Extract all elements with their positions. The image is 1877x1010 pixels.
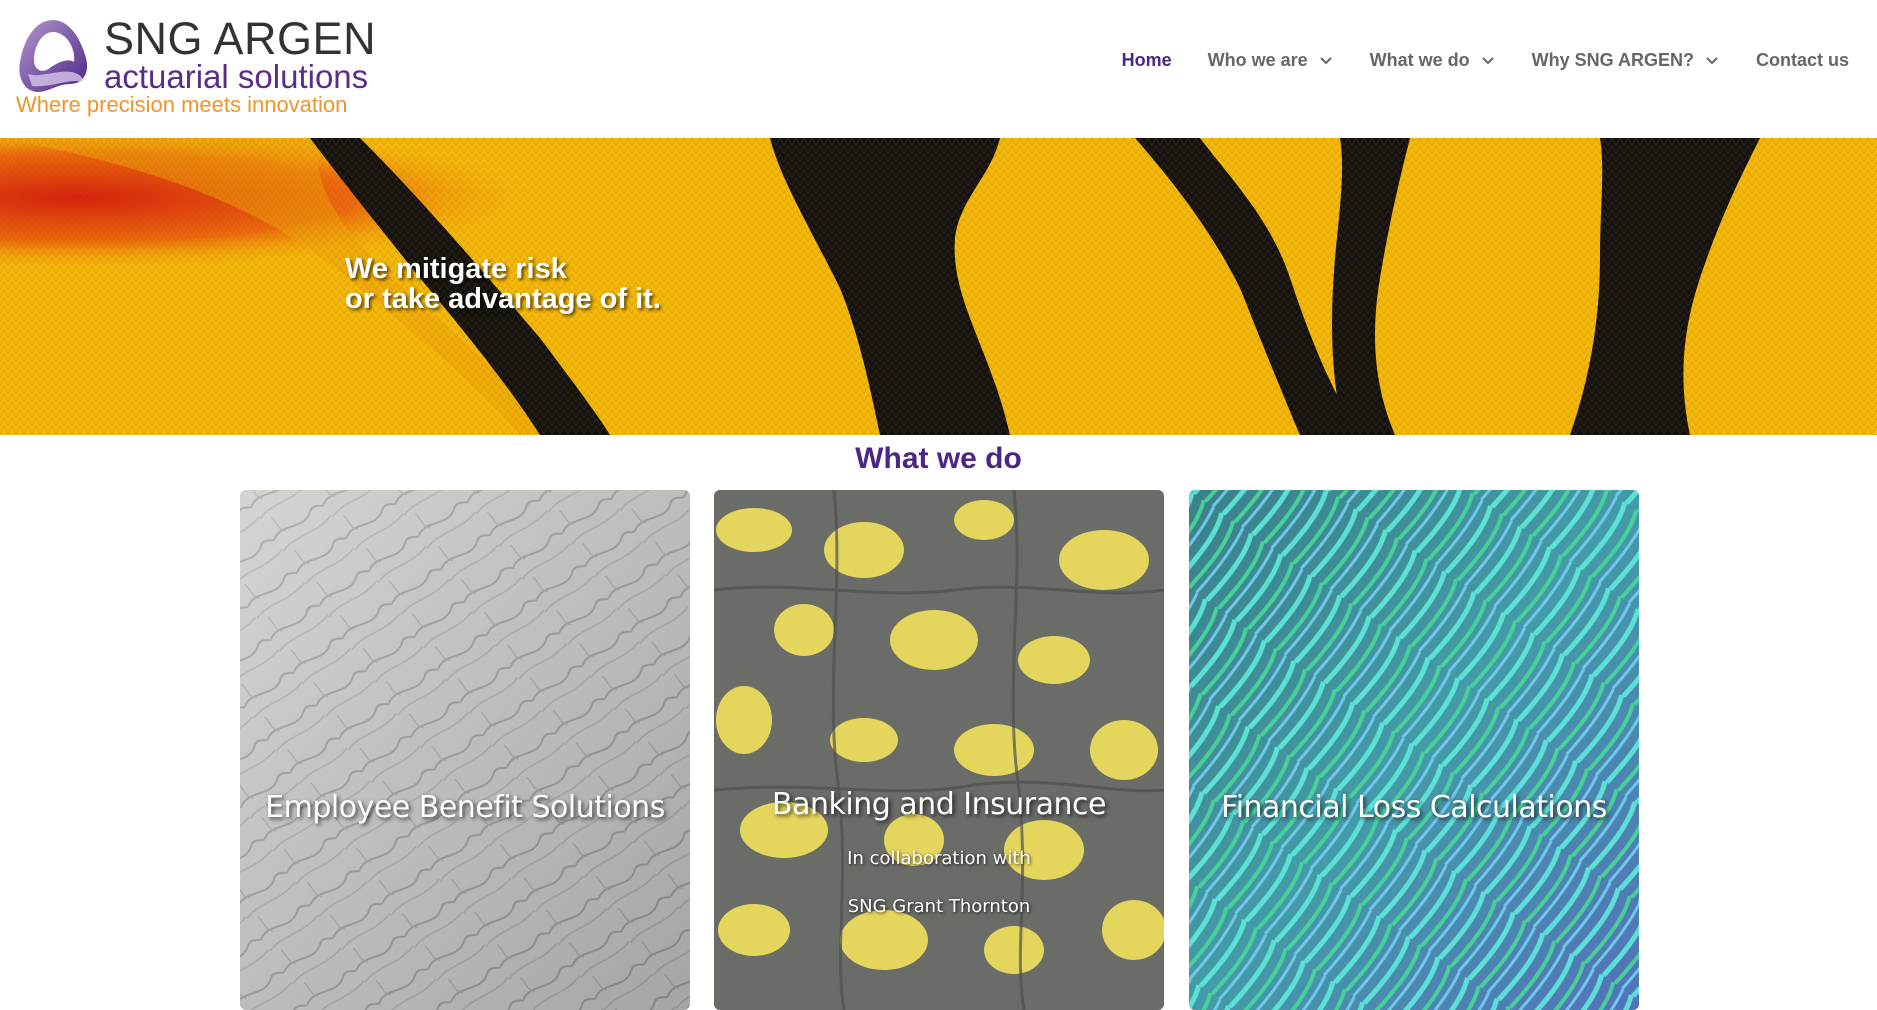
card-employee-benefit-solutions[interactable]: Employee Benefit Solutions — [240, 490, 690, 1010]
hero-line-2: or take advantage of it. — [345, 283, 661, 315]
nav-home[interactable]: Home — [1122, 50, 1172, 71]
logo-mark-icon — [19, 20, 88, 92]
card-subtext-1: In collaboration with — [847, 848, 1031, 869]
card-title: Financial Loss Calculations — [1221, 790, 1607, 825]
nav-why-sng-argen[interactable]: Why SNG ARGEN? — [1532, 50, 1720, 71]
nav-what-we-do-label: What we do — [1369, 50, 1470, 70]
hero-headline: We mitigate risk or take advantage of it… — [345, 254, 661, 314]
nav-home-label: Home — [1121, 50, 1172, 70]
main-nav: Home Who we are What we do Why SNG ARGEN… — [1086, 50, 1849, 71]
card-subtext-2: SNG Grant Thornton — [847, 896, 1031, 917]
nav-who-we-are[interactable]: Who we are — [1208, 50, 1334, 71]
brand-subtitle: actuarial solutions — [104, 58, 369, 95]
logo[interactable]: SNG ARGEN actuarial solutions Where prec… — [14, 13, 377, 118]
chevron-down-icon — [1706, 56, 1718, 64]
hero-line-1: We mitigate risk — [345, 253, 567, 285]
brand-tagline: Where precision meets innovation — [16, 92, 348, 117]
brand-title: SNG ARGEN — [104, 13, 377, 64]
butterfly-wing-image — [0, 138, 1877, 435]
elephant-skin-image — [240, 490, 690, 1010]
card-title: Banking and Insurance — [772, 787, 1106, 822]
card-financial-loss-calculations[interactable]: Financial Loss Calculations — [1189, 490, 1639, 1010]
chevron-down-icon — [1319, 56, 1332, 64]
site-header: SNG ARGEN actuarial solutions Where prec… — [0, 0, 1877, 138]
card-banking-and-insurance[interactable]: Banking and Insurance In collaboration w… — [714, 490, 1164, 1010]
card-overlay — [1189, 490, 1639, 1010]
chevron-down-icon — [1481, 56, 1494, 64]
service-cards: Employee Benefit Solutions Banking and I… — [240, 490, 1639, 1010]
nav-who-we-are-label: Who we are — [1207, 50, 1308, 70]
nav-contact-us[interactable]: Contact us — [1756, 50, 1849, 71]
nav-what-we-do[interactable]: What we do — [1370, 50, 1496, 71]
section-title: What we do — [855, 442, 1022, 475]
card-overlay — [714, 490, 1164, 1010]
nav-contact-us-label: Contact us — [1755, 50, 1849, 70]
nav-why-sng-argen-label: Why SNG ARGEN? — [1531, 50, 1694, 70]
card-title: Employee Benefit Solutions — [265, 790, 665, 825]
hero-banner: We mitigate risk or take advantage of it… — [0, 138, 1877, 435]
